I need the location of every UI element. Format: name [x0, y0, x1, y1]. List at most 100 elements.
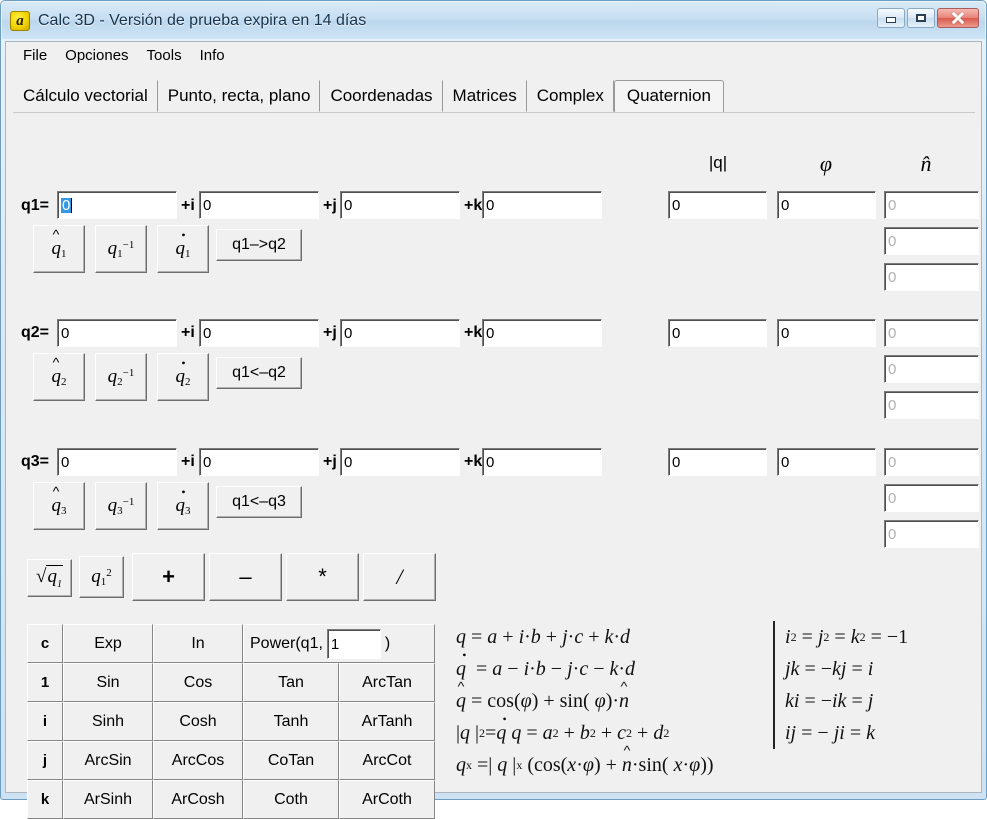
- grid-key-1[interactable]: 1: [27, 663, 63, 702]
- q2-unit-glyph: q2: [52, 366, 67, 388]
- q2-abs-value: 0: [672, 325, 681, 342]
- q1-unit-button[interactable]: q1: [33, 225, 85, 273]
- sqrt-button[interactable]: √q1: [27, 559, 72, 597]
- q3-inverse-button[interactable]: q3−1: [95, 482, 147, 530]
- minus-button[interactable]: –: [209, 553, 282, 601]
- grid-button-arcsin[interactable]: ArcSin: [63, 741, 153, 780]
- formula-list: q=a + i·b + j·c + k·d q=a − i·b − j·c − …: [456, 621, 714, 781]
- q2-field-a[interactable]: 0: [57, 319, 177, 347]
- q2-field-b-value: 0: [203, 325, 212, 342]
- grid-key-i[interactable]: i: [27, 702, 63, 741]
- quaternion-rules: i2 = j2 = k2 = −1 jk = − kj = i ki = − ik …: [773, 621, 908, 749]
- q2-conjugate-button[interactable]: q2: [157, 353, 209, 401]
- q3-n-value-x: 0: [888, 454, 897, 471]
- title-bar[interactable]: Calc 3D - Versión de prueba expira en 14…: [2, 2, 985, 39]
- q3-field-b[interactable]: 0: [199, 448, 319, 476]
- grid-button-arccos[interactable]: ArcCos: [153, 741, 243, 780]
- grid-button-ln[interactable]: In: [153, 624, 243, 663]
- q3-conjugate-button[interactable]: q3: [157, 482, 209, 530]
- q3-sep-j: +j: [323, 453, 337, 470]
- maximize-button[interactable]: [907, 8, 935, 28]
- menu-item-info[interactable]: Info: [191, 45, 234, 66]
- tab-calculo-vectorial[interactable]: Cálculo vectorial: [13, 80, 158, 112]
- grid-button-cos[interactable]: Cos: [153, 663, 243, 702]
- tab-quaternion[interactable]: Quaternion: [613, 80, 724, 113]
- label-q2: q2=: [21, 324, 50, 341]
- square-button[interactable]: q12: [79, 556, 124, 598]
- q3-unit-button[interactable]: q3: [33, 482, 85, 530]
- q1-n-field-x[interactable]: 0: [884, 191, 979, 219]
- q1-n-field-y[interactable]: 0: [884, 227, 979, 255]
- tab-matrices[interactable]: Matrices: [442, 80, 527, 112]
- grid-button-arctan[interactable]: ArcTan: [339, 663, 435, 702]
- q3-field-a[interactable]: 0: [57, 448, 177, 476]
- grid-key-c[interactable]: c: [27, 624, 63, 663]
- q2-field-d[interactable]: 0: [482, 319, 602, 347]
- close-button[interactable]: [937, 8, 979, 28]
- menu-item-opciones[interactable]: Opciones: [56, 45, 137, 66]
- rule-ij: ij = − ji = k: [785, 721, 875, 744]
- power-exponent-input[interactable]: 1: [326, 628, 381, 659]
- tab-complex[interactable]: Complex: [526, 80, 614, 112]
- q1-n-value-x: 0: [888, 197, 897, 214]
- q3-field-c-value: 0: [344, 454, 353, 471]
- q2-inverse-button[interactable]: q2−1: [95, 353, 147, 401]
- grid-button-arccot[interactable]: ArcCot: [339, 741, 435, 780]
- q1-field-b[interactable]: 0: [199, 191, 319, 219]
- q1-phi-field[interactable]: 0: [777, 191, 876, 219]
- app-icon[interactable]: [10, 10, 30, 31]
- plus-button[interactable]: +: [132, 553, 205, 601]
- square-glyph: q12: [91, 566, 112, 588]
- grid-button-artanh[interactable]: ArTanh: [339, 702, 435, 741]
- tab-coordenadas[interactable]: Coordenadas: [320, 80, 443, 112]
- formula-definition: q = a + i · b + j · c + k · d: [456, 625, 631, 648]
- q3-phi-field[interactable]: 0: [777, 448, 876, 476]
- label-q1: q1=: [21, 197, 50, 214]
- q1-conjugate-button[interactable]: q1: [157, 225, 209, 273]
- q3-field-c[interactable]: 0: [340, 448, 460, 476]
- q2-phi-field[interactable]: 0: [777, 319, 876, 347]
- q2-unit-button[interactable]: q2: [33, 353, 85, 401]
- q3-sep-i: +i: [181, 453, 195, 470]
- q2-transfer-button[interactable]: q1<–q2: [216, 357, 302, 389]
- times-button[interactable]: *: [286, 553, 359, 601]
- application-window: Calc 3D - Versión de prueba expira en 14…: [0, 0, 987, 819]
- q2-field-b[interactable]: 0: [199, 319, 319, 347]
- q3-n-field-z[interactable]: 0: [884, 520, 979, 548]
- grid-key-j[interactable]: j: [27, 741, 63, 780]
- q1-abs-field[interactable]: 0: [668, 191, 767, 219]
- grid-button-sinh[interactable]: Sinh: [63, 702, 153, 741]
- q3-n-field-y[interactable]: 0: [884, 484, 979, 512]
- grid-button-exp[interactable]: Exp: [63, 624, 153, 663]
- text-caret: [71, 198, 73, 213]
- grid-button-sin[interactable]: Sin: [63, 663, 153, 702]
- q1-field-a[interactable]: 0: [57, 191, 177, 219]
- minimize-button[interactable]: [877, 8, 905, 28]
- grid-button-cotan[interactable]: CoTan: [243, 741, 339, 780]
- grid-button-tan[interactable]: Tan: [243, 663, 339, 702]
- grid-button-power[interactable]: Power(q1, 1 ): [243, 624, 435, 663]
- divide-button[interactable]: /: [363, 553, 436, 601]
- q1-field-c[interactable]: 0: [340, 191, 460, 219]
- q1-field-d[interactable]: 0: [482, 191, 602, 219]
- q2-n-value-z: 0: [888, 397, 897, 414]
- q2-field-c[interactable]: 0: [340, 319, 460, 347]
- q2-n-field-z[interactable]: 0: [884, 391, 979, 419]
- q2-abs-field[interactable]: 0: [668, 319, 767, 347]
- q2-n-field-y[interactable]: 0: [884, 355, 979, 383]
- q2-sep-i: +i: [181, 324, 195, 341]
- q3-n-field-x[interactable]: 0: [884, 448, 979, 476]
- q2-n-field-x[interactable]: 0: [884, 319, 979, 347]
- grid-button-cosh[interactable]: Cosh: [153, 702, 243, 741]
- tab-punto-recta-plano[interactable]: Punto, recta, plano: [157, 80, 321, 112]
- menu-item-tools[interactable]: Tools: [138, 45, 191, 66]
- q1-n-field-z[interactable]: 0: [884, 263, 979, 291]
- q3-abs-field[interactable]: 0: [668, 448, 767, 476]
- q3-transfer-button[interactable]: q1<–q3: [216, 486, 302, 518]
- q3-field-d[interactable]: 0: [482, 448, 602, 476]
- menu-item-file[interactable]: File: [14, 45, 56, 66]
- q3-n-value-y: 0: [888, 490, 897, 507]
- grid-button-tanh[interactable]: Tanh: [243, 702, 339, 741]
- q1-transfer-button[interactable]: q1–>q2: [216, 229, 302, 261]
- q1-inverse-button[interactable]: q1−1: [95, 225, 147, 273]
